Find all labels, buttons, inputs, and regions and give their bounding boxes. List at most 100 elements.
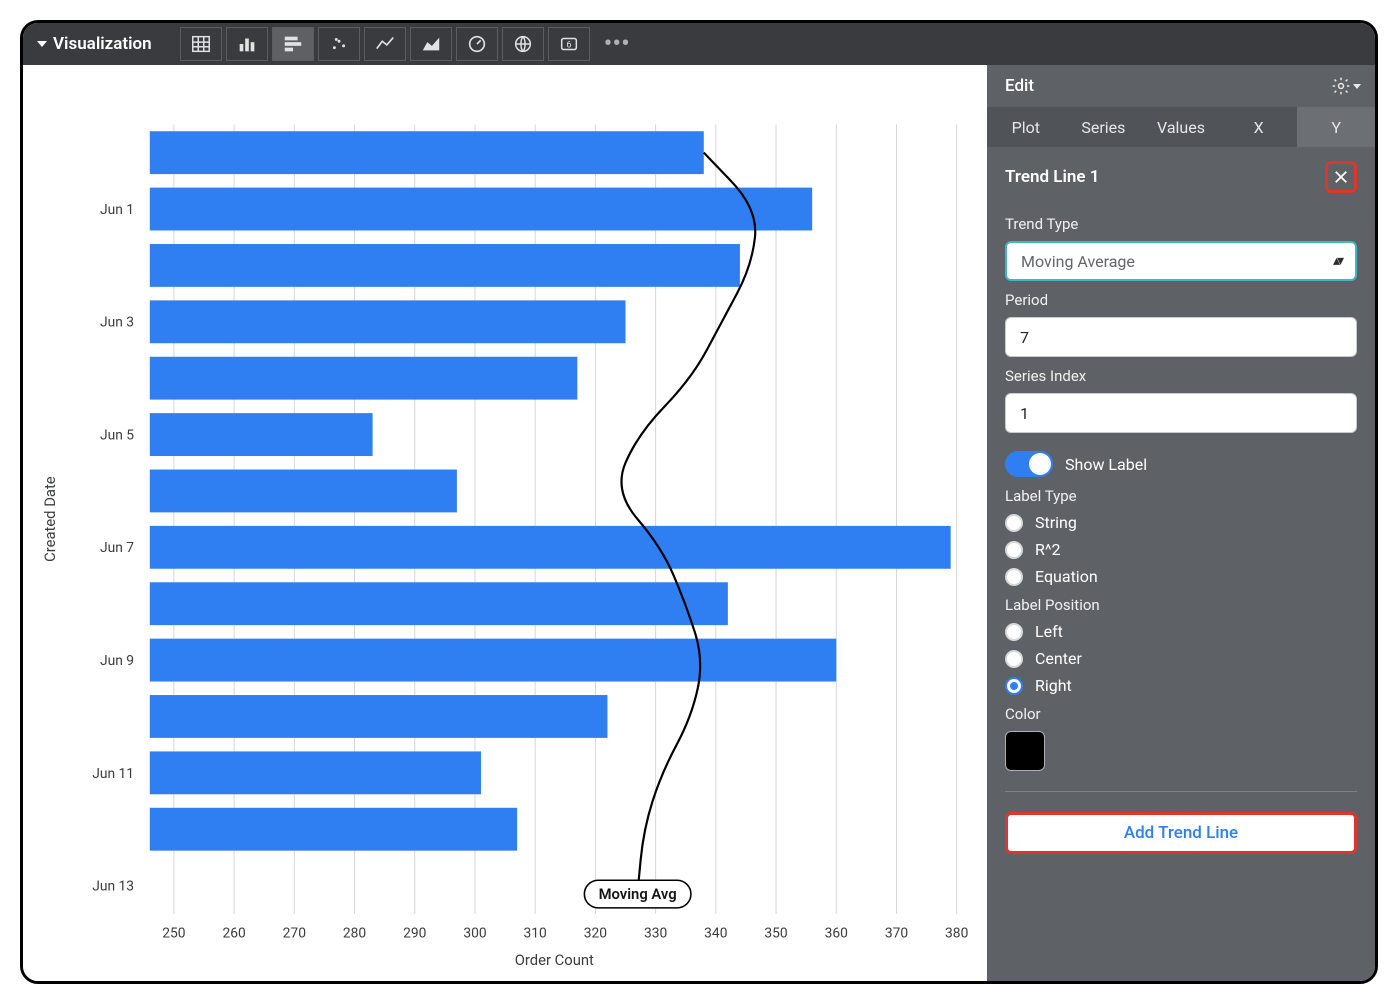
bar[interactable] [150, 244, 740, 287]
bar[interactable] [150, 808, 517, 851]
label-position-left-radio[interactable]: Left [1005, 622, 1357, 641]
add-trend-line-button[interactable]: Add Trend Line [1005, 812, 1357, 854]
viz-type-table-button[interactable] [180, 27, 222, 61]
bar[interactable] [150, 300, 626, 343]
trend-type-select[interactable]: Moving Average ▴▾ [1005, 241, 1357, 281]
bar[interactable] [150, 639, 836, 682]
tab-series[interactable]: Series [1065, 107, 1143, 147]
label-position-label: Label Position [1005, 596, 1357, 614]
viz-type-scatter-button[interactable] [318, 27, 360, 61]
app-window: Visualization [20, 20, 1378, 984]
viz-type-area-button[interactable] [410, 27, 452, 61]
tab-y[interactable]: Y [1297, 107, 1375, 147]
caret-down-icon [1353, 84, 1361, 89]
edit-panel-header: Edit [987, 65, 1375, 107]
svg-text:280: 280 [343, 925, 366, 941]
label-position-center-radio[interactable]: Center [1005, 649, 1357, 668]
viz-type-column-button[interactable] [226, 27, 268, 61]
radio-icon [1005, 650, 1023, 668]
bar[interactable] [150, 357, 578, 400]
bar[interactable] [150, 413, 373, 456]
line-chart-icon [374, 33, 396, 55]
label-type-string-radio[interactable]: String [1005, 513, 1357, 532]
bar[interactable] [150, 582, 728, 625]
svg-text:Jun 3: Jun 3 [100, 315, 134, 331]
svg-text:350: 350 [764, 925, 787, 941]
globe-icon [512, 33, 534, 55]
table-icon [190, 33, 212, 55]
svg-text:290: 290 [403, 925, 426, 941]
tab-values[interactable]: Values [1142, 107, 1220, 147]
tab-plot[interactable]: Plot [987, 107, 1065, 147]
series-index-value: 1 [1020, 404, 1029, 423]
tab-x[interactable]: X [1220, 107, 1298, 147]
viz-type-bar-button[interactable] [272, 27, 314, 61]
remove-trend-line-button[interactable] [1325, 161, 1357, 193]
svg-text:Jun 1: Jun 1 [100, 202, 134, 218]
bar-chart-icon [282, 33, 304, 55]
top-toolbar: Visualization [23, 23, 1375, 65]
svg-text:300: 300 [463, 925, 486, 941]
chart-canvas: 2502602702802903003103203303403503603703… [23, 65, 987, 981]
svg-text:330: 330 [644, 925, 667, 941]
edit-panel-title: Edit [1005, 76, 1034, 96]
bar[interactable] [150, 470, 457, 513]
bar[interactable] [150, 188, 812, 231]
viz-type-gauge-button[interactable] [456, 27, 498, 61]
single-value-icon: 6 [558, 33, 580, 55]
trend-type-label: Trend Type [1005, 215, 1357, 233]
series-index-input[interactable]: 1 [1005, 393, 1357, 433]
svg-text:310: 310 [524, 925, 547, 941]
y-axis-label: Created Date [41, 476, 59, 562]
series-index-label: Series Index [1005, 367, 1357, 385]
settings-menu-button[interactable] [1331, 76, 1361, 96]
viz-type-line-button[interactable] [364, 27, 406, 61]
show-label-text: Show Label [1065, 455, 1147, 474]
period-input[interactable]: 7 [1005, 317, 1357, 357]
svg-text:Jun 7: Jun 7 [100, 540, 134, 556]
toggle-knob [1029, 453, 1051, 475]
trend-line-title: Trend Line 1 [1005, 167, 1099, 187]
radio-icon [1005, 568, 1023, 586]
label-type-equation-radio[interactable]: Equation [1005, 567, 1357, 586]
period-label: Period [1005, 291, 1357, 309]
trend-color-swatch[interactable] [1005, 731, 1045, 771]
label-type-r2-radio[interactable]: R^2 [1005, 540, 1357, 559]
bar[interactable] [150, 131, 704, 174]
panel-title-text: Visualization [53, 34, 152, 54]
label-type-label: Label Type [1005, 487, 1357, 505]
viz-type-single-value-button[interactable]: 6 [548, 27, 590, 61]
divider [1005, 791, 1357, 792]
panel-title-visualization[interactable]: Visualization [37, 34, 152, 54]
svg-text:380: 380 [945, 925, 968, 941]
scatter-icon [328, 33, 350, 55]
edit-panel: Edit Plot Series Values X Y Trend Line 1 [987, 65, 1375, 981]
show-label-toggle[interactable] [1005, 451, 1053, 477]
svg-text:Jun 11: Jun 11 [92, 766, 134, 782]
svg-text:360: 360 [825, 925, 848, 941]
select-caret-icon: ▴▾ [1333, 253, 1341, 269]
viz-type-map-button[interactable] [502, 27, 544, 61]
bar[interactable] [150, 526, 951, 569]
gear-icon [1331, 76, 1351, 96]
radio-icon [1005, 514, 1023, 532]
svg-text:270: 270 [283, 925, 306, 941]
bar-chart: 2502602702802903003103203303403503603703… [31, 85, 979, 973]
svg-text:320: 320 [584, 925, 607, 941]
trend-type-value: Moving Average [1021, 252, 1135, 271]
svg-text:370: 370 [885, 925, 908, 941]
color-label: Color [1005, 705, 1357, 723]
bar[interactable] [150, 751, 481, 794]
caret-down-icon [37, 41, 47, 47]
svg-text:Jun 5: Jun 5 [100, 427, 134, 443]
label-position-right-radio[interactable]: Right [1005, 676, 1357, 695]
svg-text:Jun 13: Jun 13 [92, 879, 134, 895]
radio-icon [1005, 541, 1023, 559]
svg-text:6: 6 [566, 41, 571, 51]
radio-icon [1005, 623, 1023, 641]
viz-type-more-button[interactable]: ••• [594, 39, 640, 49]
close-icon [1332, 168, 1350, 186]
gauge-icon [466, 33, 488, 55]
svg-text:Jun 9: Jun 9 [100, 653, 134, 669]
bar[interactable] [150, 695, 608, 738]
